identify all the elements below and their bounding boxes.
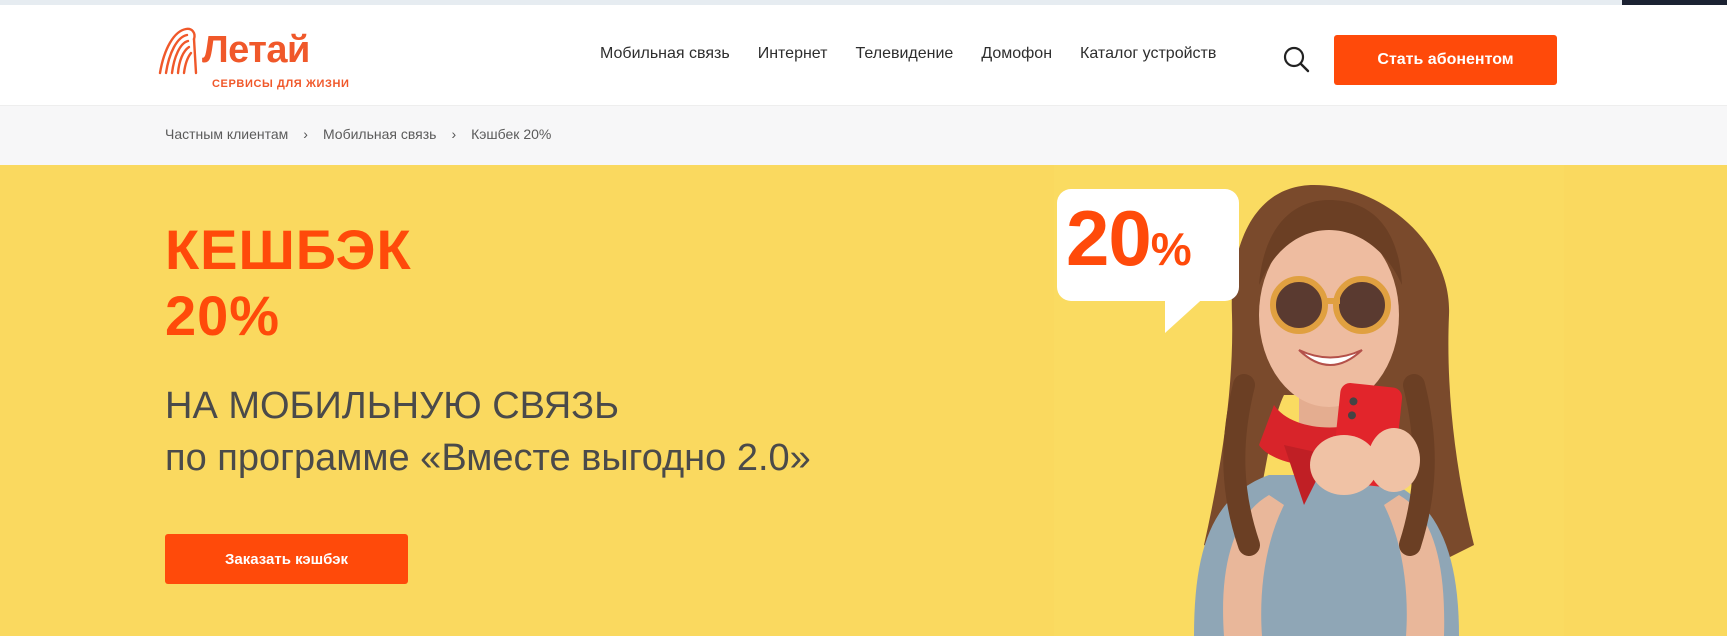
bubble-percent-text: 20% — [1066, 199, 1192, 277]
main-navigation: Мобильная связь Интернет Телевидение Дом… — [600, 45, 1216, 63]
brand-logo[interactable]: Летай сервисы для жизни — [156, 25, 349, 95]
search-button[interactable] — [1282, 45, 1310, 73]
breadcrumb-item-private[interactable]: Частным клиентам — [165, 126, 288, 142]
chevron-right-icon: › — [451, 126, 457, 142]
site-header: Летай сервисы для жизни Мобильная связь … — [0, 5, 1727, 105]
nav-item-catalog[interactable]: Каталог устройств — [1080, 45, 1216, 63]
breadcrumb-item-current: Кэшбек 20% — [471, 126, 552, 142]
hero-subtitle: НА МОБИЛЬНУЮ СВЯЗЬ по программе «Вместе … — [165, 380, 811, 484]
speech-bubble-tail — [1165, 293, 1209, 333]
bubble-percent-sign: % — [1150, 223, 1192, 275]
brand-name: Летай — [202, 29, 310, 71]
nav-item-internet[interactable]: Интернет — [758, 45, 828, 63]
nav-item-mobile[interactable]: Мобильная связь — [600, 45, 730, 63]
order-cashback-button[interactable]: Заказать кэшбэк — [165, 534, 408, 584]
logo-mark-icon — [158, 27, 198, 75]
hero-title: КЕШБЭК 20% — [165, 217, 412, 349]
brand-tagline: сервисы для жизни — [212, 78, 350, 90]
bubble-number: 20 — [1066, 194, 1152, 282]
search-icon — [1283, 46, 1310, 73]
nav-item-intercom[interactable]: Домофон — [981, 45, 1052, 63]
hero-title-line2: 20% — [165, 284, 281, 347]
hero-subtitle-line1: НА МОБИЛЬНУЮ СВЯЗЬ — [165, 385, 620, 427]
become-subscriber-button[interactable]: Стать абонентом — [1334, 35, 1557, 85]
hero-subtitle-line2: по программе «Вместе выгодно 2.0» — [165, 437, 811, 479]
hero-title-line1: КЕШБЭК — [165, 218, 412, 281]
breadcrumb-item-mobile[interactable]: Мобильная связь — [323, 126, 436, 142]
chevron-right-icon: › — [303, 126, 308, 142]
breadcrumb: Частным клиентам › Мобильная связь › Кэш… — [0, 105, 1727, 165]
nav-item-tv[interactable]: Телевидение — [856, 45, 954, 63]
hero-banner: КЕШБЭК 20% НА МОБИЛЬНУЮ СВЯЗЬ по програм… — [0, 165, 1727, 636]
